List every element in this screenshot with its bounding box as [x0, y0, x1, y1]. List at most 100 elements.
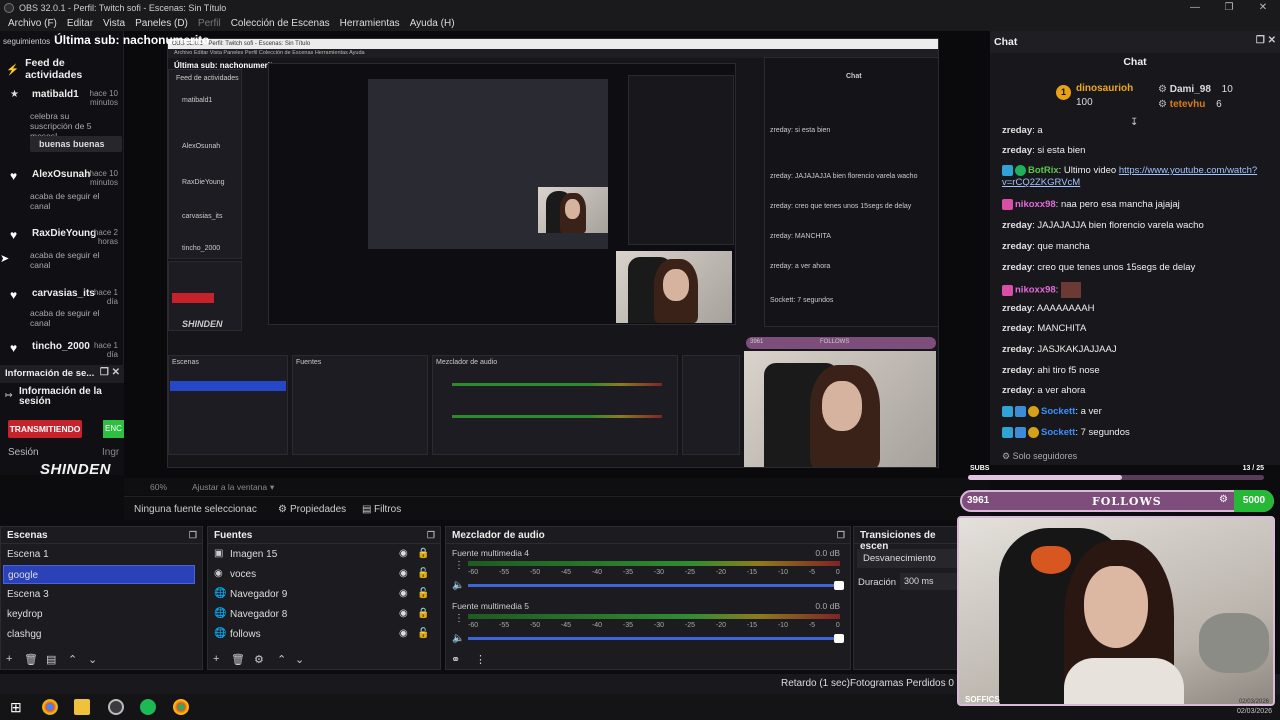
unlock-icon[interactable]: 🔓: [417, 568, 429, 579]
trash-icon[interactable]: 🗑: [231, 653, 245, 666]
filters-button[interactable]: Filtros: [374, 504, 401, 515]
chat-user[interactable]: zreday: [1002, 385, 1032, 396]
menu-perfil[interactable]: Perfil: [198, 18, 221, 29]
chat-user[interactable]: zreday: [1002, 125, 1032, 136]
properties-button[interactable]: Propiedades: [290, 504, 346, 515]
gear-icon[interactable]: ⚙: [254, 653, 264, 666]
scene-item[interactable]: Escena 3: [3, 585, 195, 604]
duration-input[interactable]: 300 ms: [900, 573, 958, 590]
undock-icon[interactable]: ❐: [189, 530, 197, 541]
menu-paneles[interactable]: Paneles (D): [135, 18, 188, 29]
scene-filter-icon[interactable]: ▤: [46, 653, 56, 666]
minimize-icon[interactable]: —: [1178, 0, 1212, 16]
chat-user[interactable]: zreday: [1002, 303, 1032, 314]
source-item[interactable]: 🌐 Navegador 9 ◉ 🔓: [214, 585, 432, 604]
chevron-up-icon[interactable]: ⌃: [277, 653, 286, 666]
source-item[interactable]: ▣ Imagen 15 ◉ 🔒: [214, 545, 432, 564]
chat-message: nikoxx98: naa pero esa mancha jajajaj: [1002, 199, 1272, 211]
menu-coleccion[interactable]: Colección de Escenas: [231, 18, 330, 29]
chat-user[interactable]: nikoxx98: [1015, 199, 1056, 210]
chrome-profile-icon[interactable]: [173, 699, 189, 715]
windows-start-icon[interactable]: ⊞: [10, 699, 22, 716]
spotify-icon[interactable]: [140, 699, 156, 715]
volume-fader[interactable]: [468, 634, 844, 643]
eye-icon[interactable]: ◉: [399, 568, 408, 579]
menu-editar[interactable]: Editar: [67, 18, 93, 29]
trash-icon[interactable]: 🗑: [24, 653, 38, 666]
unlock-icon[interactable]: 🔓: [417, 588, 429, 599]
chat-user[interactable]: zreday: [1002, 365, 1032, 376]
zoom-level[interactable]: 60%: [150, 482, 167, 492]
folder-icon[interactable]: [74, 699, 90, 715]
streaming-status-button[interactable]: TRANSMITIENDO: [8, 420, 82, 438]
chat-user[interactable]: zreday: [1002, 241, 1032, 252]
eye-icon[interactable]: ◉: [399, 588, 408, 599]
source-item[interactable]: ◉ voces ◉ 🔓: [214, 565, 432, 584]
eye-icon[interactable]: ◉: [399, 608, 408, 619]
scene-item-selected[interactable]: google: [3, 565, 195, 584]
source-item[interactable]: 🌐 follows ◉ 🔓: [214, 625, 432, 644]
subs-label: SUBS: [970, 465, 990, 472]
speaker-icon[interactable]: 🔈: [452, 580, 464, 591]
chat-user[interactable]: zreday: [1002, 262, 1032, 273]
menu-ayuda[interactable]: Ayuda (H): [410, 18, 455, 29]
dock-controls-icon[interactable]: ❐ ✕: [1256, 35, 1276, 46]
heart-icon: ♥: [10, 341, 18, 355]
gear-icon: ⚙: [278, 504, 287, 515]
chat-user[interactable]: zreday: [1002, 323, 1032, 334]
unlock-icon[interactable]: 🔓: [417, 628, 429, 639]
volume-fader[interactable]: [468, 581, 844, 590]
fader-knob[interactable]: [834, 581, 844, 590]
chevron-down-icon[interactable]: ⌄: [88, 653, 97, 666]
kebab-menu-icon[interactable]: ⋮: [454, 613, 464, 624]
leader-value: 6: [1216, 99, 1222, 110]
transition-select[interactable]: Desvanecimiento: [857, 549, 959, 568]
feed-reply-button[interactable]: buenas buenas: [30, 136, 122, 152]
lock-icon[interactable]: 🔒: [417, 608, 429, 619]
nested-chat-line: zreday: si esta bien: [770, 127, 831, 134]
subs-goal-overlay: SUBS 13 / 25: [968, 465, 1268, 483]
eye-icon[interactable]: ◉: [399, 628, 408, 639]
green-status-button[interactable]: ENC: [103, 420, 124, 438]
chevron-down-icon[interactable]: ⌄: [295, 653, 304, 666]
mouse-cursor-icon: ➤: [0, 253, 10, 265]
window-controls: — ❐ ✕: [1178, 0, 1280, 16]
chevron-down-icon[interactable]: ▾: [270, 482, 274, 493]
nested-feed-name: matibald1: [182, 97, 213, 104]
menu-herramientas[interactable]: Herramientas: [340, 18, 400, 29]
menu-vista[interactable]: Vista: [103, 18, 125, 29]
obs-icon[interactable]: [108, 699, 124, 715]
eye-icon[interactable]: ◉: [399, 548, 408, 559]
alert-text: Última sub: nachonumerito: [54, 33, 210, 47]
chrome-icon[interactable]: [42, 699, 58, 715]
chat-user[interactable]: zreday: [1002, 220, 1032, 231]
lock-icon[interactable]: 🔒: [417, 548, 429, 559]
close-icon[interactable]: ✕: [1246, 0, 1280, 16]
chat-user[interactable]: BotRix: [1028, 165, 1059, 176]
chat-user[interactable]: zreday: [1002, 344, 1032, 355]
source-item[interactable]: 🌐 Navegador 8 ◉ 🔒: [214, 605, 432, 624]
fader-knob[interactable]: [834, 634, 844, 643]
chevron-up-icon[interactable]: ⌃: [68, 653, 77, 666]
scene-item[interactable]: clashgg: [3, 625, 195, 644]
dropped-frames-status: Fotogramas Perdidos 0 (0.: [850, 678, 969, 689]
kebab-menu-icon[interactable]: ⋮: [454, 560, 464, 571]
chat-user[interactable]: zreday: [1002, 145, 1032, 156]
chat-text: a ver: [1080, 406, 1102, 418]
add-scene-icon[interactable]: +: [6, 653, 12, 665]
add-source-icon[interactable]: +: [213, 653, 219, 665]
menu-archivo[interactable]: Archivo (F): [8, 18, 57, 29]
chat-user[interactable]: Sockett: [1041, 427, 1075, 438]
undock-icon[interactable]: ❐: [427, 530, 435, 541]
fit-window-select[interactable]: Ajustar a la ventana: [192, 482, 267, 492]
kebab-menu-icon[interactable]: ⋮: [475, 653, 486, 666]
chat-user[interactable]: nikoxx98: [1015, 285, 1056, 296]
speaker-icon[interactable]: 🔈: [452, 633, 464, 644]
undock-icon[interactable]: ❐: [837, 530, 845, 541]
chat-user[interactable]: Sockett: [1041, 406, 1075, 417]
scene-item[interactable]: keydrop: [3, 605, 195, 624]
link-icon[interactable]: ⚭: [451, 653, 460, 666]
dock-controls-icon[interactable]: ❐ ✕: [100, 367, 120, 378]
restore-icon[interactable]: ❐: [1212, 0, 1246, 16]
scene-item[interactable]: Escena 1: [3, 545, 195, 564]
